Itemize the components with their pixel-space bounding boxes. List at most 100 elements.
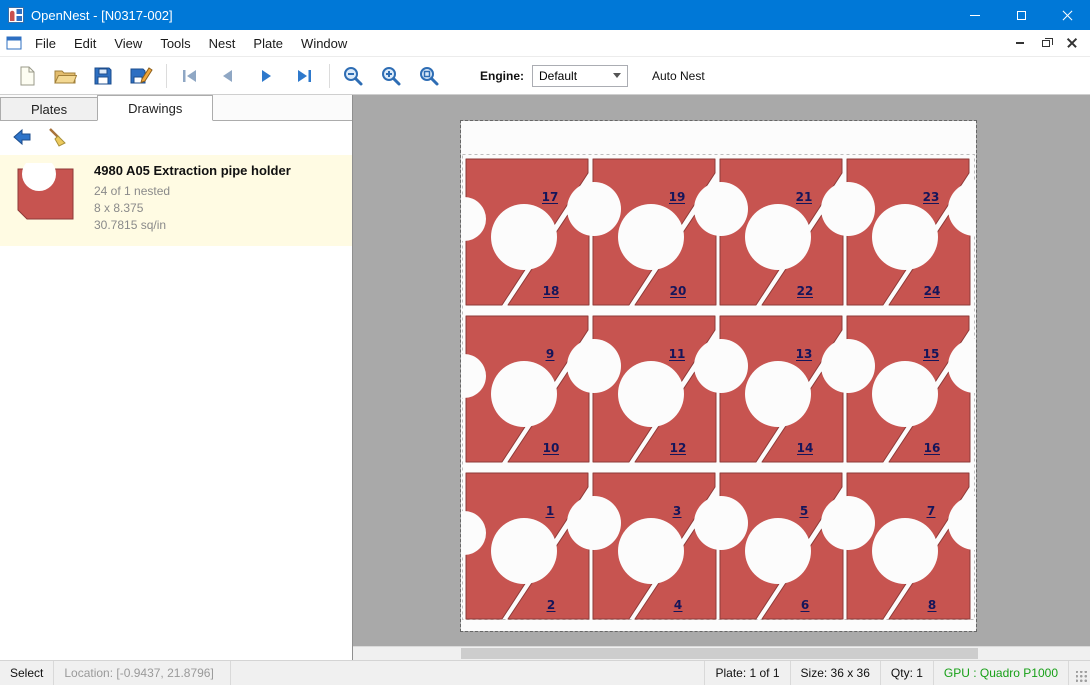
next-icon bbox=[256, 67, 276, 85]
minimize-icon bbox=[970, 15, 980, 16]
content-area: Plates Drawings 4980 A05 Extra bbox=[0, 95, 1090, 660]
status-size: Size: 36 x 36 bbox=[790, 661, 880, 685]
svg-text:7: 7 bbox=[927, 504, 935, 518]
svg-text:11: 11 bbox=[669, 347, 686, 361]
menu-item-edit[interactable]: Edit bbox=[65, 32, 105, 55]
previous-icon bbox=[218, 67, 238, 85]
svg-text:8: 8 bbox=[928, 598, 936, 612]
menu-item-file[interactable]: File bbox=[26, 32, 65, 55]
status-plate: Plate: 1 of 1 bbox=[704, 661, 789, 685]
menu-item-view[interactable]: View bbox=[105, 32, 151, 55]
nest-canvas[interactable]: 171819202122232491011121314151612345678 bbox=[352, 95, 1090, 660]
zoom-out-button[interactable] bbox=[338, 61, 368, 91]
zoom-out-icon bbox=[342, 65, 364, 87]
chevron-down-icon bbox=[613, 73, 621, 78]
last-plate-button[interactable] bbox=[289, 61, 319, 91]
new-button[interactable] bbox=[12, 61, 42, 91]
svg-text:18: 18 bbox=[543, 284, 560, 298]
drawing-list-item[interactable]: 4980 A05 Extraction pipe holder 24 of 1 … bbox=[0, 155, 352, 246]
tab-drawings[interactable]: Drawings bbox=[97, 95, 213, 121]
last-icon bbox=[294, 67, 314, 85]
scrollbar-thumb[interactable] bbox=[461, 648, 978, 659]
plate[interactable]: 171819202122232491011121314151612345678 bbox=[461, 121, 976, 631]
svg-text:17: 17 bbox=[542, 190, 559, 204]
svg-text:22: 22 bbox=[797, 284, 814, 298]
toolbar-separator bbox=[166, 64, 167, 88]
save-as-button[interactable] bbox=[126, 61, 156, 91]
nest-svg[interactable]: 171819202122232491011121314151612345678 bbox=[461, 121, 976, 631]
mdi-window-controls bbox=[1008, 34, 1084, 53]
svg-text:3: 3 bbox=[673, 504, 681, 518]
broom-icon bbox=[47, 126, 69, 148]
mdi-minimize-button[interactable] bbox=[1008, 34, 1032, 53]
main-toolbar: Engine: Default Auto Nest bbox=[0, 57, 1090, 95]
save-as-icon bbox=[129, 65, 153, 87]
svg-text:23: 23 bbox=[923, 190, 940, 204]
first-icon bbox=[180, 67, 200, 85]
first-plate-button[interactable] bbox=[175, 61, 205, 91]
app-icon bbox=[8, 7, 24, 23]
svg-text:12: 12 bbox=[670, 441, 687, 455]
panel-toolbar bbox=[0, 121, 352, 153]
new-file-icon bbox=[16, 65, 38, 87]
svg-text:4: 4 bbox=[674, 598, 682, 612]
menu-item-tools[interactable]: Tools bbox=[151, 32, 199, 55]
svg-text:24: 24 bbox=[924, 284, 941, 298]
engine-label: Engine: bbox=[480, 69, 524, 83]
svg-text:1: 1 bbox=[546, 504, 554, 518]
window-title: OpenNest - [N0317-002] bbox=[31, 8, 173, 23]
svg-text:5: 5 bbox=[800, 504, 808, 518]
engine-group: Engine: Default Auto Nest bbox=[480, 65, 713, 87]
status-mode: Select bbox=[0, 661, 54, 685]
status-location: Location: [-0.9437, 21.8796] bbox=[54, 661, 230, 685]
previous-plate-button[interactable] bbox=[213, 61, 243, 91]
svg-text:10: 10 bbox=[543, 441, 560, 455]
status-qty: Qty: 1 bbox=[880, 661, 933, 685]
mdi-restore-button[interactable] bbox=[1034, 34, 1058, 53]
resize-grip-cell bbox=[1068, 661, 1090, 685]
part-thumbnail bbox=[14, 163, 78, 225]
maximize-button[interactable] bbox=[998, 0, 1044, 30]
svg-text:6: 6 bbox=[801, 598, 809, 612]
drawing-info: 4980 A05 Extraction pipe holder 24 of 1 … bbox=[94, 163, 291, 234]
menu-item-plate[interactable]: Plate bbox=[244, 32, 292, 55]
save-icon bbox=[92, 65, 114, 87]
drawing-dimensions: 8 x 8.375 bbox=[94, 200, 291, 217]
next-plate-button[interactable] bbox=[251, 61, 281, 91]
toolbar-separator bbox=[329, 64, 330, 88]
open-button[interactable] bbox=[50, 61, 80, 91]
zoom-fit-button[interactable] bbox=[414, 61, 444, 91]
svg-text:16: 16 bbox=[924, 441, 941, 455]
engine-value: Default bbox=[539, 69, 613, 83]
arrow-left-icon bbox=[11, 127, 33, 147]
drawing-nested-count: 24 of 1 nested bbox=[94, 183, 291, 200]
move-part-button[interactable] bbox=[8, 124, 36, 150]
menu-item-window[interactable]: Window bbox=[292, 32, 356, 55]
tab-plates[interactable]: Plates bbox=[0, 97, 98, 120]
app-window: { "window": { "title": "OpenNest - [N031… bbox=[0, 0, 1090, 685]
title-bar: OpenNest - [N0317-002] bbox=[0, 0, 1090, 30]
zoom-in-button[interactable] bbox=[376, 61, 406, 91]
resize-grip[interactable] bbox=[1076, 671, 1088, 683]
clear-button[interactable] bbox=[44, 124, 72, 150]
svg-text:13: 13 bbox=[796, 347, 813, 361]
status-gpu: GPU : Quadro P1000 bbox=[933, 661, 1068, 685]
zoom-in-icon bbox=[380, 65, 402, 87]
drawing-title: 4980 A05 Extraction pipe holder bbox=[94, 163, 291, 178]
horizontal-scrollbar[interactable] bbox=[353, 646, 1090, 660]
mdi-restore-icon bbox=[1042, 40, 1050, 47]
auto-nest-button[interactable]: Auto Nest bbox=[644, 65, 713, 87]
svg-text:14: 14 bbox=[797, 441, 814, 455]
zoom-fit-icon bbox=[418, 65, 440, 87]
menu-item-nest[interactable]: Nest bbox=[200, 32, 245, 55]
svg-text:19: 19 bbox=[669, 190, 686, 204]
maximize-icon bbox=[1017, 11, 1026, 20]
save-button[interactable] bbox=[88, 61, 118, 91]
mdi-close-button[interactable] bbox=[1060, 34, 1084, 53]
minimize-button[interactable] bbox=[952, 0, 998, 30]
close-button[interactable] bbox=[1044, 0, 1090, 30]
svg-text:15: 15 bbox=[923, 347, 940, 361]
open-folder-icon bbox=[53, 65, 77, 87]
svg-text:9: 9 bbox=[546, 347, 554, 361]
engine-select[interactable]: Default bbox=[532, 65, 628, 87]
